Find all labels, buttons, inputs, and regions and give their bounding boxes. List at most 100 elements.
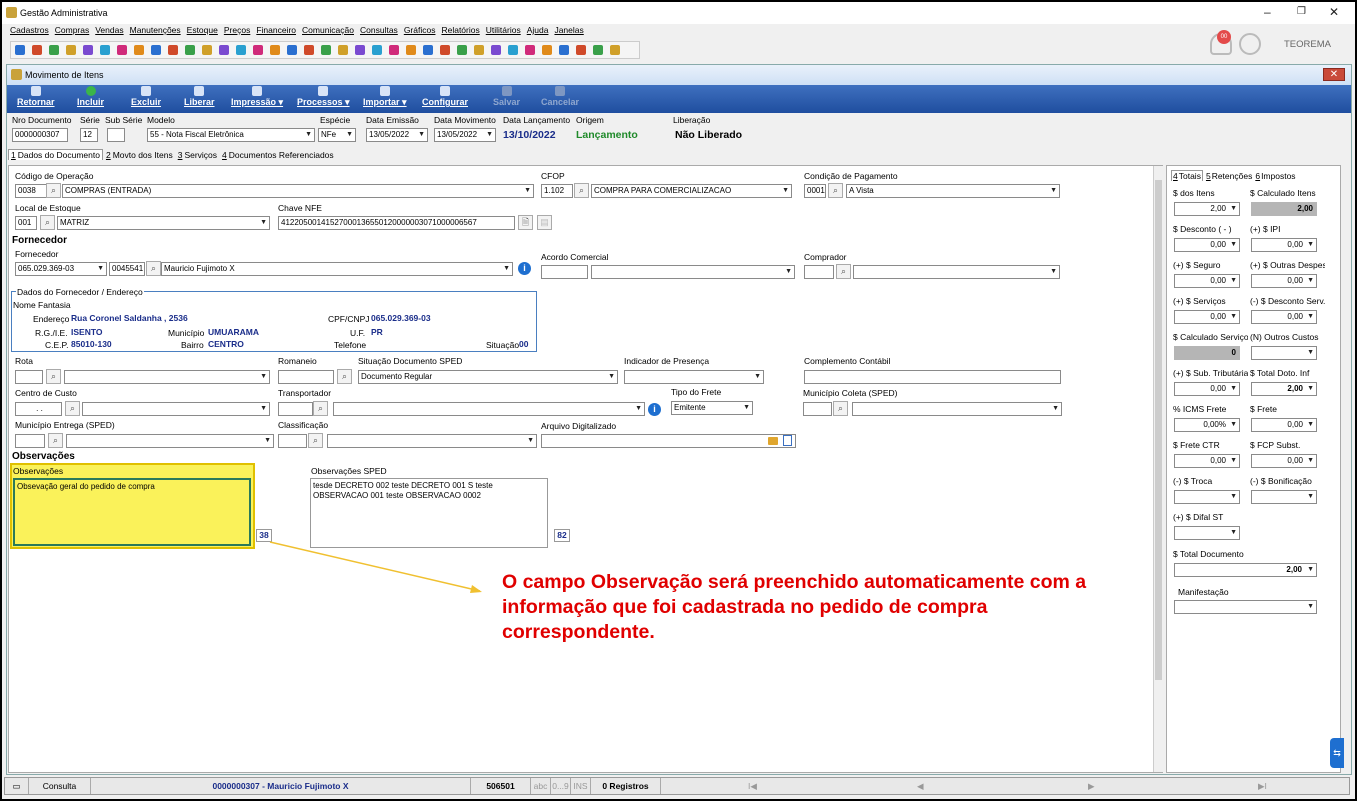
codigo-operacao-code[interactable]: 0038: [15, 184, 47, 198]
municipio-coleta-select[interactable]: ▼: [852, 402, 1062, 416]
toolbar-tool-icon[interactable]: [168, 45, 178, 55]
codigo-operacao-select[interactable]: COMPRAS (ENTRADA) ▼: [62, 184, 534, 198]
observacoes-textarea[interactable]: Obsevação geral do pedido de compra: [13, 478, 251, 546]
totals-field-input[interactable]: 0,00% ▼: [1174, 418, 1240, 432]
toolbar-tool-icon[interactable]: [253, 45, 263, 55]
toolbar-tool-icon[interactable]: [32, 45, 42, 55]
local-estoque-select[interactable]: MATRIZ ▼: [57, 216, 270, 230]
minimize-button[interactable]: –: [1264, 5, 1271, 19]
totals-field-input[interactable]: 0,00 ▼: [1174, 382, 1240, 396]
serie-field[interactable]: 12: [80, 128, 98, 142]
toolbar-tool-icon[interactable]: [474, 45, 484, 55]
acordo-comercial-select[interactable]: ▼: [591, 265, 795, 279]
processos-button[interactable]: Processos ▾: [297, 86, 350, 108]
impressao-button[interactable]: Impressão ▾: [231, 86, 283, 108]
complemento-contabil-field[interactable]: [804, 370, 1061, 384]
toolbar-tool-icon[interactable]: [406, 45, 416, 55]
menu-item[interactable]: Vendas: [95, 25, 123, 35]
fornecedor-cnpj-select[interactable]: 065.029.369-03 ▼: [15, 262, 107, 276]
menu-item[interactable]: Consultas: [360, 25, 398, 35]
menu-item[interactable]: Gráficos: [404, 25, 436, 35]
search-icon[interactable]: ⌕: [46, 183, 61, 198]
toolbar-tool-icon[interactable]: [15, 45, 25, 55]
toolbar-tool-icon[interactable]: [66, 45, 76, 55]
toolbar-tool-icon[interactable]: [134, 45, 144, 55]
search-icon[interactable]: ⌕: [836, 264, 851, 279]
cfop-code[interactable]: 1.102: [541, 184, 573, 198]
search-icon[interactable]: ⌕: [146, 261, 161, 276]
totals-field-input[interactable]: ▼: [1251, 490, 1317, 504]
toolbar-tool-icon[interactable]: [389, 45, 399, 55]
nav-first-button[interactable]: I◀: [748, 781, 757, 792]
incluir-button[interactable]: Incluir: [77, 86, 104, 107]
totals-tab-4[interactable]: 4Totais: [1171, 170, 1203, 181]
classificacao-code[interactable]: [278, 434, 307, 448]
toolbar-tool-icon[interactable]: [117, 45, 127, 55]
totals-field-input[interactable]: 0,00 ▼: [1251, 418, 1317, 432]
toolbar-tool-icon[interactable]: [542, 45, 552, 55]
nro-documento-field[interactable]: 0000000307: [12, 128, 68, 142]
transportador-code[interactable]: [278, 402, 313, 416]
vertical-scrollbar[interactable]: [1153, 166, 1163, 772]
salvar-button[interactable]: Salvar: [493, 86, 520, 107]
municipio-coleta-code[interactable]: [803, 402, 832, 416]
toolbar-tool-icon[interactable]: [321, 45, 331, 55]
data-movimento-field[interactable]: 13/05/2022 ▼: [434, 128, 496, 142]
cfop-select[interactable]: COMPRA PARA COMERCIALIZACAO ▼: [591, 184, 792, 198]
nav-next-button[interactable]: ▶: [1088, 781, 1095, 792]
close-button[interactable]: ✕: [1329, 5, 1339, 19]
menu-item[interactable]: Estoque: [187, 25, 218, 35]
tab-1[interactable]: 1 Dados do Documento: [8, 149, 103, 160]
totals-field-input[interactable]: 2,00 ▼: [1251, 382, 1317, 396]
condicao-pagamento-select[interactable]: A Vista ▼: [846, 184, 1060, 198]
toolbar-tool-icon[interactable]: [202, 45, 212, 55]
toolbar-tool-icon[interactable]: [287, 45, 297, 55]
toolbar-tool-icon[interactable]: [100, 45, 110, 55]
search-icon[interactable]: ⌕: [833, 401, 848, 416]
liberar-button[interactable]: Liberar: [184, 86, 215, 107]
document-icon[interactable]: 🗎: [518, 215, 533, 230]
menu-item[interactable]: Ajuda: [527, 25, 549, 35]
totals-field-input[interactable]: ▼: [1174, 490, 1240, 504]
tipo-frete-select[interactable]: Emitente ▼: [671, 401, 753, 415]
tab-4[interactable]: 4 Documentos Referenciados: [220, 150, 336, 160]
toolbar-tool-icon[interactable]: [270, 45, 280, 55]
search-icon[interactable]: ⌕: [48, 433, 63, 448]
centro-custo-code[interactable]: . .: [15, 402, 62, 416]
situacao-sped-select[interactable]: Documento Regular ▼: [358, 370, 618, 384]
comprador-select[interactable]: ▼: [853, 265, 1060, 279]
toolbar-tool-icon[interactable]: [236, 45, 246, 55]
search-icon[interactable]: ⌕: [337, 369, 352, 384]
edge-collapse-icon[interactable]: ⇆: [1330, 738, 1344, 768]
fornecedor-code[interactable]: 0045541: [109, 262, 145, 276]
menu-item[interactable]: Relatórios: [441, 25, 479, 35]
totals-field-input[interactable]: 0,00 ▼: [1174, 310, 1240, 324]
toolbar-tool-icon[interactable]: [491, 45, 501, 55]
toolbar-tool-icon[interactable]: [151, 45, 161, 55]
tab-2[interactable]: 2 Movto dos Itens: [104, 150, 175, 160]
totals-field-input[interactable]: 0,00 ▼: [1251, 310, 1317, 324]
cancelar-button[interactable]: Cancelar: [541, 86, 579, 107]
sub-serie-field[interactable]: [107, 128, 125, 142]
subwindow-close-button[interactable]: ✕: [1323, 68, 1345, 81]
importar-button[interactable]: Importar ▾: [363, 86, 407, 108]
search-icon[interactable]: ⌕: [828, 183, 843, 198]
toolbar-tool-icon[interactable]: [440, 45, 450, 55]
toolbar-tool-icon[interactable]: [304, 45, 314, 55]
manifestacao-select[interactable]: ▼: [1174, 600, 1317, 614]
search-icon[interactable]: ⌕: [313, 401, 328, 416]
totals-field-input[interactable]: 0,00 ▼: [1174, 238, 1240, 252]
toolbar-tool-icon[interactable]: [525, 45, 535, 55]
data-emissao-field[interactable]: 13/05/2022 ▼: [366, 128, 428, 142]
centro-custo-select[interactable]: ▼: [82, 402, 270, 416]
toolbar-tool-icon[interactable]: [49, 45, 59, 55]
toolbar-tool-icon[interactable]: [372, 45, 382, 55]
info-icon[interactable]: i: [518, 262, 531, 275]
configurar-button[interactable]: Configurar: [422, 86, 468, 107]
user-avatar-icon[interactable]: [1239, 33, 1261, 55]
totals-field-input[interactable]: ▼: [1251, 346, 1317, 360]
acordo-comercial-code[interactable]: [541, 265, 588, 279]
rota-select[interactable]: ▼: [64, 370, 270, 384]
comprador-code[interactable]: [804, 265, 834, 279]
toolbar-tool-icon[interactable]: [423, 45, 433, 55]
